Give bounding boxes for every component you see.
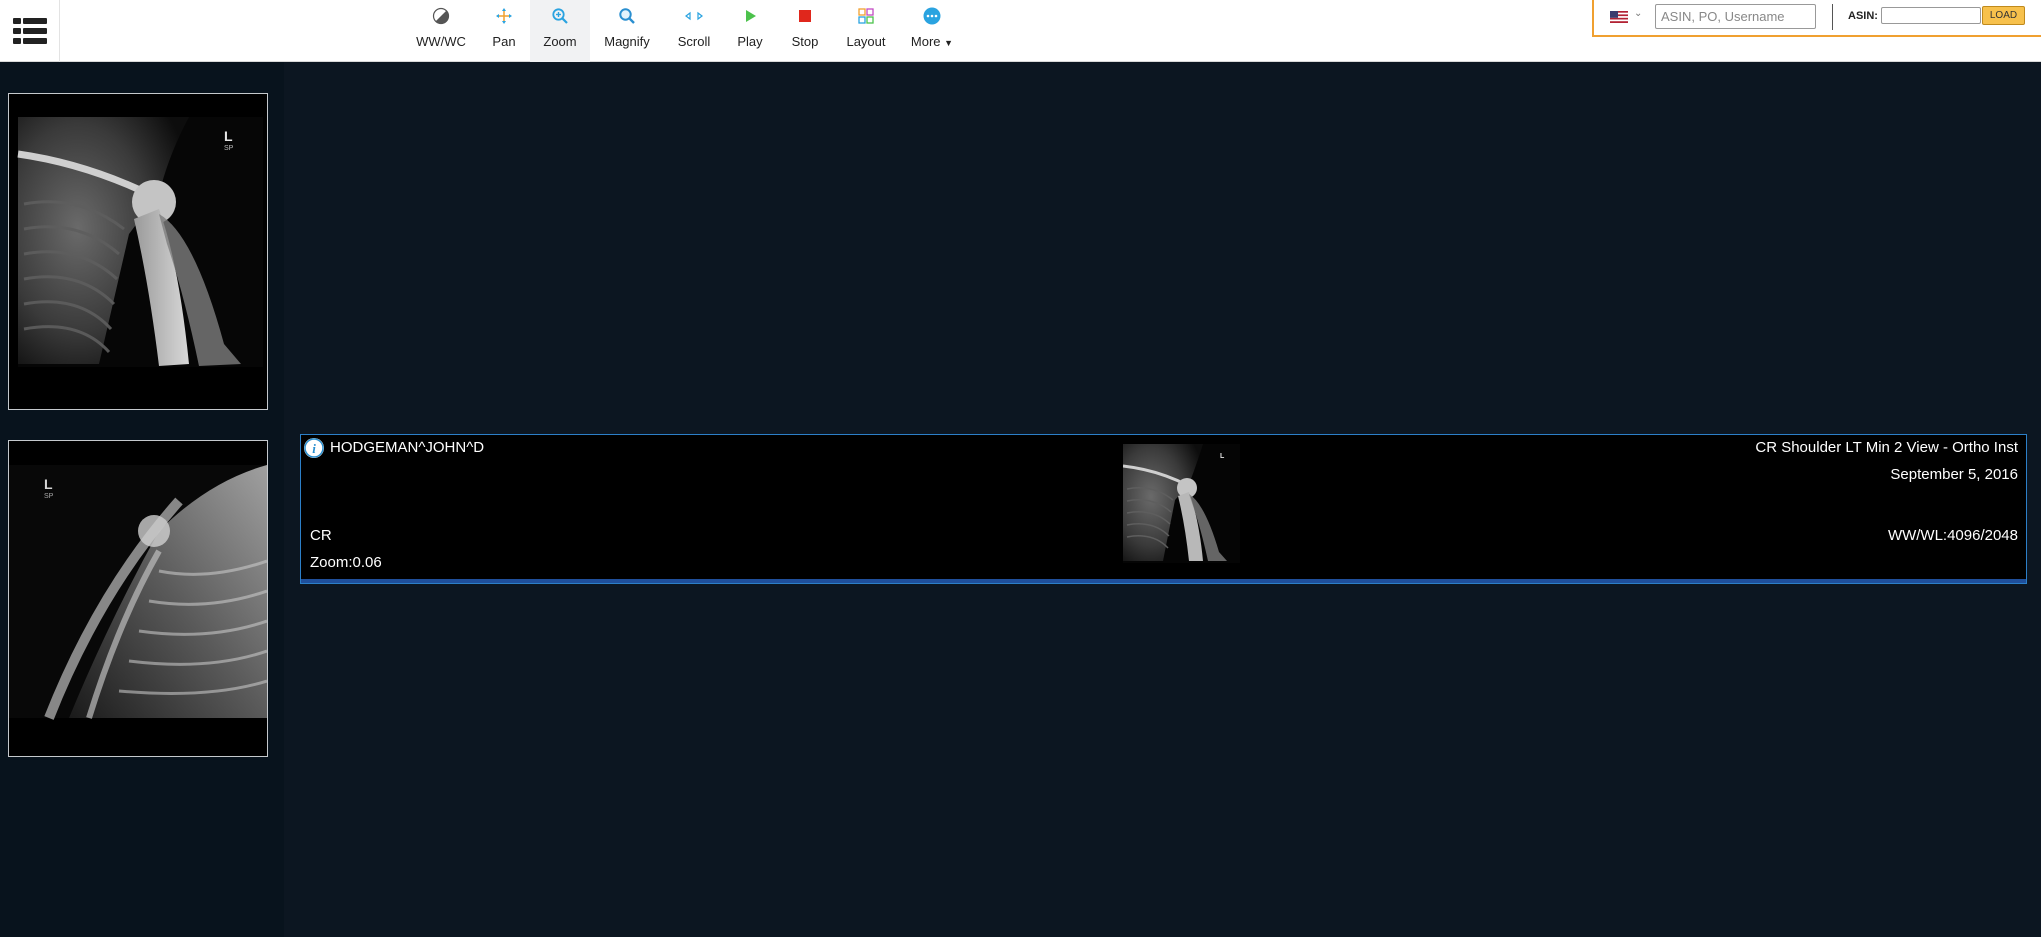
asin-input[interactable]: [1881, 7, 1981, 24]
svg-text:i: i: [312, 441, 316, 456]
modality-label: CR: [310, 527, 332, 544]
patient-name: HODGEMAN^JOHN^D: [330, 439, 485, 456]
scroll-icon: [684, 6, 704, 26]
tool-label: Play: [737, 34, 763, 49]
contrast-icon: [431, 6, 451, 26]
search-panel: ⌄ ASIN: LOAD: [1592, 0, 2041, 37]
menu-icon[interactable]: [0, 0, 60, 62]
tool-label: WW/WC: [416, 34, 466, 49]
zoom-level: Zoom:0.06: [310, 554, 382, 571]
divider: [1832, 4, 1833, 30]
us-flag-icon[interactable]: [1610, 10, 1628, 23]
layout-icon: [856, 6, 876, 26]
svg-text:L: L: [1220, 453, 1225, 460]
asin-label: ASIN:: [1848, 10, 1878, 22]
tool-label: More: [910, 34, 941, 49]
xray-image: L: [1123, 444, 1240, 563]
tool-pan[interactable]: Pan: [484, 0, 524, 62]
svg-text:SP: SP: [44, 493, 54, 500]
tool-play[interactable]: Play: [732, 0, 768, 62]
tool-label: Zoom: [543, 34, 577, 49]
xray-image: L SP: [9, 94, 267, 409]
tool-scroll[interactable]: Scroll: [672, 0, 716, 62]
tool-label: Layout: [846, 34, 886, 49]
play-icon: [740, 6, 760, 26]
stop-icon: [795, 6, 815, 26]
series-thumbnail-1[interactable]: L SP: [8, 93, 268, 410]
image-viewport[interactable]: i HODGEMAN^JOHN^D CR Shoulder LT Min 2 V…: [300, 434, 2027, 584]
svg-text:SP: SP: [224, 145, 234, 152]
pan-icon: [494, 6, 514, 26]
zoom-icon: [550, 6, 570, 26]
tool-label: Magnify: [604, 34, 650, 49]
caret-down-icon: ▼: [944, 38, 954, 48]
viewport-progress-strip: [301, 579, 2026, 583]
more-icon: [922, 6, 942, 26]
tool-layout[interactable]: Layout: [843, 0, 889, 62]
svg-text:L: L: [44, 476, 53, 492]
viewer-area[interactable]: i HODGEMAN^JOHN^D CR Shoulder LT Min 2 V…: [284, 62, 2041, 937]
series-thumbnail-2[interactable]: L SP: [8, 440, 268, 757]
info-icon[interactable]: i: [304, 438, 324, 458]
tool-more[interactable]: More ▼: [906, 0, 958, 62]
study-date: September 5, 2016: [1890, 466, 2018, 483]
tool-stop[interactable]: Stop: [786, 0, 824, 62]
tool-label: Pan: [492, 34, 516, 49]
xray-image: L SP: [9, 441, 267, 756]
series-panel: L SP L SP: [0, 62, 284, 937]
tool-zoom[interactable]: Zoom: [530, 0, 590, 62]
tool-magnify[interactable]: Magnify: [600, 0, 654, 62]
magnify-icon: [617, 6, 637, 26]
chevron-down-icon[interactable]: ⌄: [1634, 8, 1642, 19]
tool-label: Stop: [791, 34, 819, 49]
tool-label: Scroll: [677, 34, 711, 49]
svg-text:L: L: [224, 128, 233, 144]
tool-wwwc[interactable]: WW/WC: [414, 0, 468, 62]
study-description: CR Shoulder LT Min 2 View - Ortho Inst: [1755, 439, 2018, 456]
search-input[interactable]: [1655, 4, 1816, 29]
load-button[interactable]: LOAD: [1982, 6, 2025, 25]
window-level: WW/WL:4096/2048: [1887, 527, 2018, 544]
